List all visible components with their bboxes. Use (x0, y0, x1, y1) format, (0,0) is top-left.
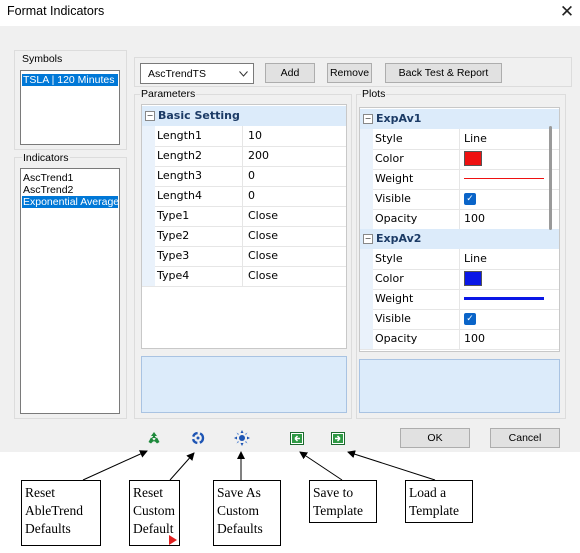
callout-reset-abletrend-defaults: Reset AbleTrend Defaults (21, 480, 101, 546)
callout-load-a-template: Load a Template (405, 480, 473, 523)
callout-save-to-template: Save to Template (309, 480, 377, 523)
callout-arrows (82, 450, 436, 481)
arrow-save-template (299, 451, 343, 481)
callout-save-as-custom-defaults: Save As Custom Defaults (213, 480, 281, 546)
cursor-arrow-icon (169, 535, 177, 545)
arrow-reset-custom (169, 452, 195, 481)
arrow-reset-abletrend (82, 450, 148, 481)
arrow-load-template (347, 450, 436, 481)
